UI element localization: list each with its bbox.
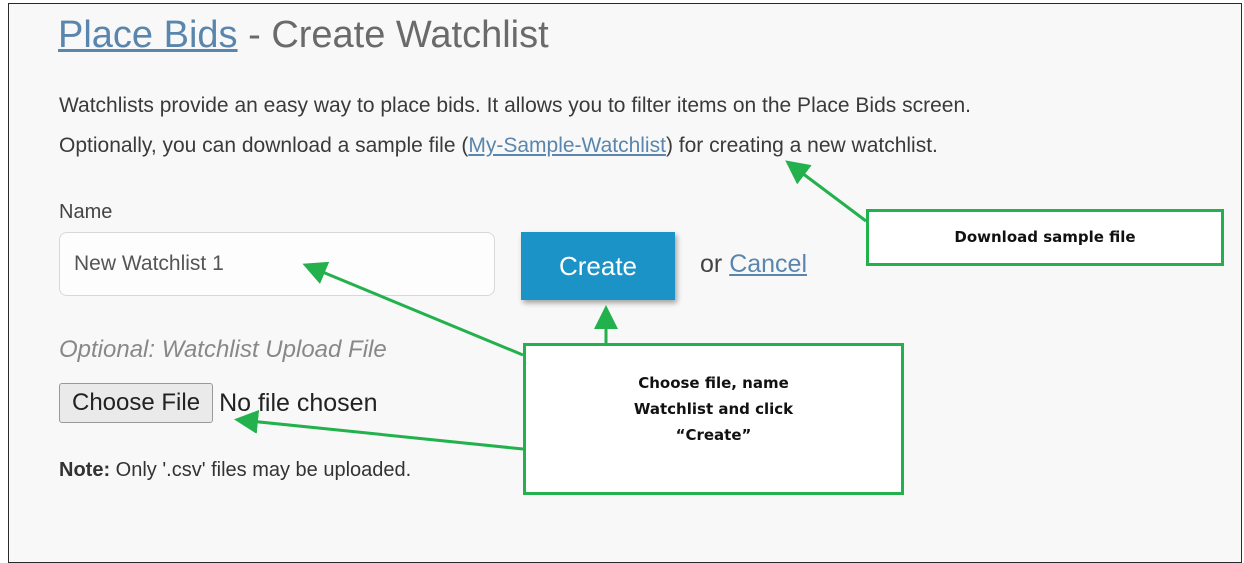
create-instructions-callout: Choose file, name Watchlist and click “C… <box>523 343 904 495</box>
arrow-to-choose-file <box>234 409 524 451</box>
callout-line-1: Choose file, name <box>638 374 789 392</box>
arrow-to-sample-link <box>785 160 867 223</box>
callout-line-2: Watchlist and click <box>633 400 794 418</box>
callout-line-3: “Create” <box>675 426 752 444</box>
arrow-to-name-input <box>302 261 524 357</box>
download-sample-callout: Download sample file <box>866 209 1224 266</box>
